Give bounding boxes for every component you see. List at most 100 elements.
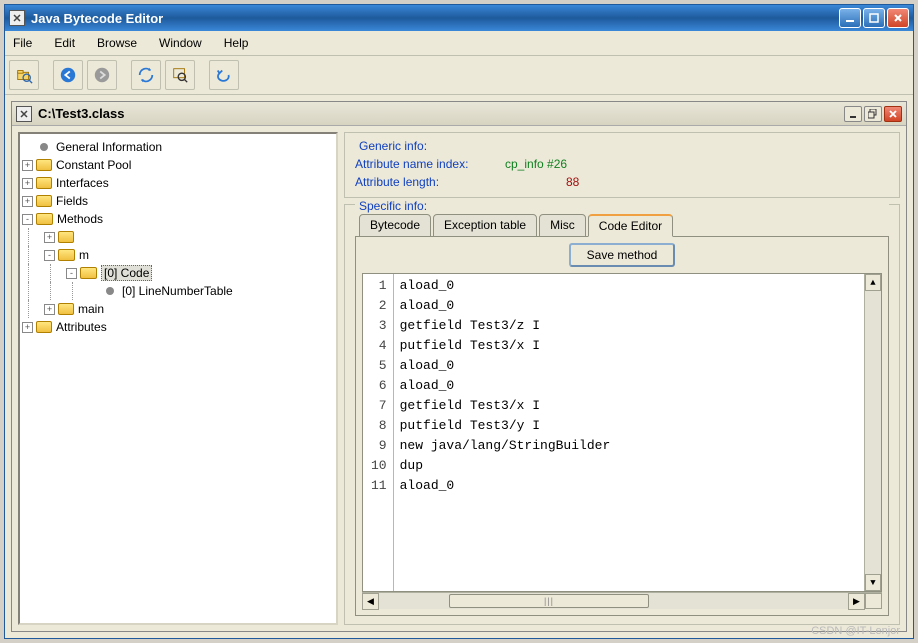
tree-item[interactable]: + Fields (22, 192, 334, 210)
tree-expander-icon[interactable]: - (44, 250, 55, 261)
document-icon (16, 106, 32, 122)
close-button[interactable] (887, 8, 909, 28)
tree-item[interactable]: +Constant Pool (22, 156, 334, 174)
forward-icon[interactable] (87, 60, 117, 90)
menu-edit[interactable]: Edit (50, 33, 79, 53)
tree-item[interactable]: -[0] Code (22, 264, 334, 282)
folder-icon (36, 195, 52, 207)
line-number: 11 (371, 476, 387, 496)
minimize-button[interactable] (839, 8, 861, 28)
scroll-track-horizontal[interactable]: ||| (379, 593, 848, 609)
line-number: 5 (371, 356, 387, 376)
toolbar (5, 56, 913, 95)
folder-icon (36, 159, 52, 171)
tab-code-editor[interactable]: Code Editor (588, 214, 673, 237)
tree-expander-icon[interactable]: + (22, 178, 33, 189)
back-icon[interactable] (53, 60, 83, 90)
scroll-up-button[interactable]: ▲ (865, 274, 881, 291)
folder-icon (80, 267, 97, 279)
generic-info-legend: Generic info: (355, 139, 431, 153)
code-line[interactable]: getfield Test3/x I (400, 396, 858, 416)
tab-bytecode[interactable]: Bytecode (359, 214, 431, 237)
attr-name-index-value[interactable]: cp_info #26 (505, 157, 567, 171)
attr-name-index-label: Attribute name index: (355, 157, 505, 171)
code-editor[interactable]: 1234567891011 aload_0aload_0getfield Tes… (362, 273, 882, 592)
tree-item[interactable]: + Interfaces (22, 174, 334, 192)
code-line[interactable]: aload_0 (400, 376, 858, 396)
tree-expander-icon[interactable]: + (22, 160, 33, 171)
tree-item[interactable]: + (22, 228, 334, 246)
search-icon[interactable] (165, 60, 195, 90)
specific-info-group: Specific info: BytecodeException tableMi… (344, 204, 900, 625)
document-title: C:\Test3.class (38, 106, 844, 121)
code-text[interactable]: aload_0aload_0getfield Test3/z Iputfield… (394, 274, 864, 591)
document-close-button[interactable] (884, 106, 902, 122)
maximize-button[interactable] (863, 8, 885, 28)
scroll-left-button[interactable]: ◀ (362, 593, 379, 610)
code-line[interactable]: aload_0 (400, 276, 858, 296)
tree-item-label: Methods (57, 212, 103, 226)
app-window: Java Bytecode Editor File Edit Browse Wi… (4, 4, 914, 639)
tree-item[interactable]: [0] LineNumberTable (22, 282, 334, 300)
folder-icon (58, 303, 74, 315)
menu-file[interactable]: File (9, 33, 36, 53)
code-line[interactable]: getfield Test3/z I (400, 316, 858, 336)
tree-expander-icon[interactable]: + (44, 232, 55, 243)
tab-exception-table[interactable]: Exception table (433, 214, 537, 237)
generic-info-group: Generic info: Attribute name index: cp_i… (344, 132, 900, 198)
tree-expander-icon[interactable]: - (22, 214, 33, 225)
code-line[interactable]: putfield Test3/x I (400, 336, 858, 356)
horizontal-scrollbar[interactable]: ◀ ||| ▶ (362, 592, 882, 609)
scroll-down-button[interactable]: ▼ (865, 574, 881, 591)
tree-item[interactable]: -m (22, 246, 334, 264)
tree-item[interactable]: - Methods (22, 210, 334, 228)
code-line[interactable]: dup (400, 456, 858, 476)
code-line[interactable]: aload_0 (400, 356, 858, 376)
tree-item[interactable]: +Attributes (22, 318, 334, 336)
menu-help[interactable]: Help (220, 33, 253, 53)
menu-browse[interactable]: Browse (93, 33, 141, 53)
scroll-track-vertical[interactable] (865, 291, 881, 574)
toolbar-separator (199, 60, 205, 90)
tab-misc[interactable]: Misc (539, 214, 586, 237)
tree-expander-icon[interactable]: + (22, 196, 33, 207)
tree-expander-icon[interactable]: + (22, 322, 33, 333)
attr-length-value: 88 (566, 175, 579, 189)
scroll-thumb-horizontal[interactable]: ||| (449, 594, 649, 608)
line-number-gutter: 1234567891011 (363, 274, 394, 591)
folder-icon (36, 213, 53, 225)
tree-item-label: Fields (56, 194, 88, 208)
line-number: 4 (371, 336, 387, 356)
code-line[interactable]: aload_0 (400, 296, 858, 316)
app-title: Java Bytecode Editor (31, 11, 839, 26)
save-method-button[interactable]: Save method (569, 243, 676, 267)
line-number: 6 (371, 376, 387, 396)
tree-panel[interactable]: General Information+Constant Pool+Interf… (18, 132, 338, 625)
tree-expander-icon[interactable]: + (44, 304, 55, 315)
document-minimize-button[interactable] (844, 106, 862, 122)
menu-window[interactable]: Window (155, 33, 206, 53)
vertical-scrollbar[interactable]: ▲ ▼ (864, 274, 881, 591)
right-panel: Generic info: Attribute name index: cp_i… (344, 132, 900, 625)
code-line[interactable]: putfield Test3/y I (400, 416, 858, 436)
document-titlebar[interactable]: C:\Test3.class (12, 102, 906, 126)
titlebar[interactable]: Java Bytecode Editor (5, 5, 913, 31)
tree-expander-icon[interactable]: - (66, 268, 77, 279)
refresh-icon[interactable] (131, 60, 161, 90)
tree-root[interactable]: General Information (22, 138, 334, 156)
tabs-container: BytecodeException tableMiscCode Editor S… (355, 213, 889, 616)
toolbar-separator (121, 60, 127, 90)
tree-item-label: [0] LineNumberTable (122, 284, 233, 298)
document-restore-button[interactable] (864, 106, 882, 122)
line-number: 7 (371, 396, 387, 416)
tree-item[interactable]: +main (22, 300, 334, 318)
undo-icon[interactable] (209, 60, 239, 90)
open-icon[interactable] (9, 60, 39, 90)
tree-item-label: Interfaces (56, 176, 109, 190)
attr-length-label: Attribute length: (355, 175, 505, 189)
line-number: 8 (371, 416, 387, 436)
tab-strip: BytecodeException tableMiscCode Editor (355, 213, 889, 236)
code-line[interactable]: new java/lang/StringBuilder (400, 436, 858, 456)
scroll-right-button[interactable]: ▶ (848, 593, 865, 610)
code-line[interactable]: aload_0 (400, 476, 858, 496)
